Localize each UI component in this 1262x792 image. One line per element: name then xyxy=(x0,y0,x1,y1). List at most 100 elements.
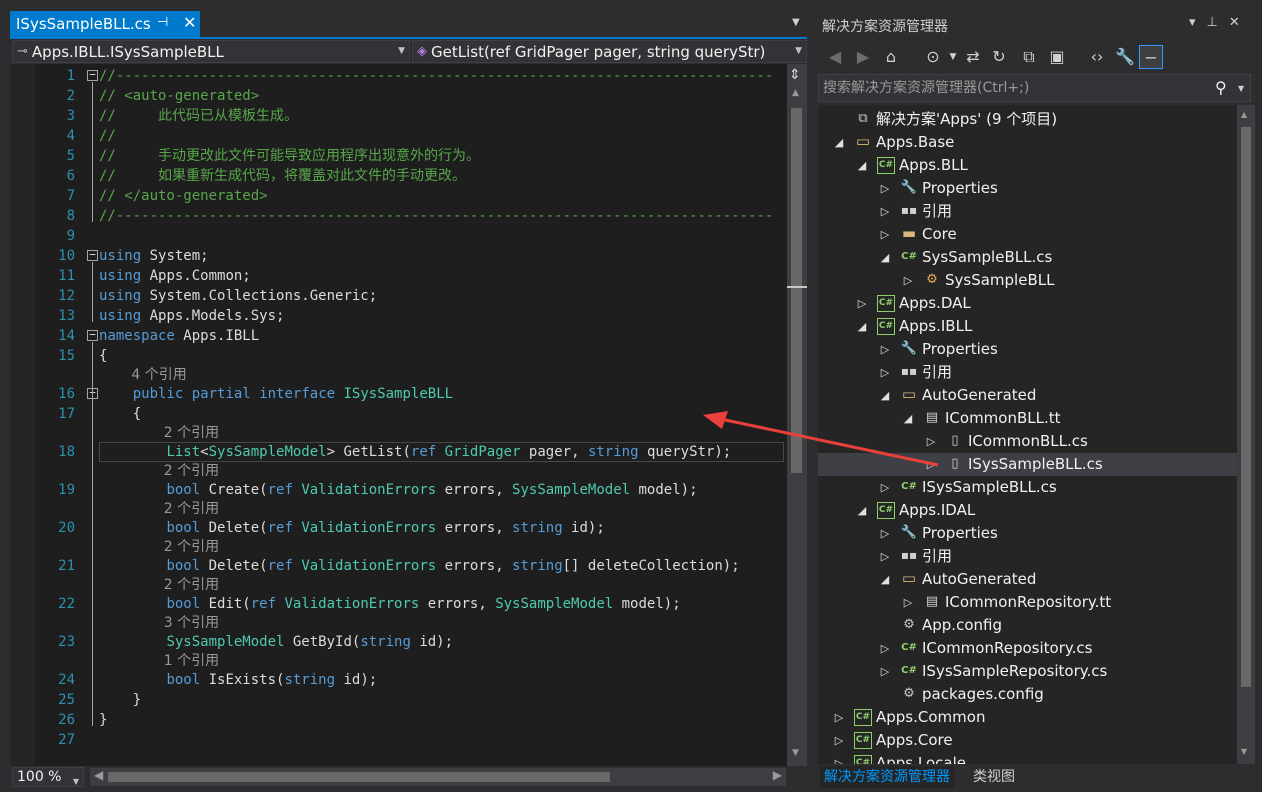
expanded-icon[interactable]: ◢ xyxy=(878,246,892,269)
split-icon[interactable]: ⇕ xyxy=(789,67,801,83)
scroll-up-icon[interactable]: ▲ xyxy=(792,88,799,98)
collapsed-icon[interactable]: ▷ xyxy=(878,522,892,545)
tree-node[interactable]: ◢ ▤ ICommonBLL.tt xyxy=(818,407,1237,430)
codelens-reference-count[interactable]: 4 个引用 xyxy=(131,366,186,384)
scroll-right-icon[interactable]: ▶ xyxy=(773,768,782,782)
codelens-reference-count[interactable]: 2 个引用 xyxy=(164,576,219,594)
codelens-reference-count[interactable]: 2 个引用 xyxy=(164,424,219,442)
editor-vertical-scrollbar[interactable]: ⇕ ▲ ▼ xyxy=(787,64,807,766)
codelens-reference-count[interactable]: 1 个引用 xyxy=(164,652,219,670)
tree-node[interactable]: ▷ C# Apps.DAL xyxy=(818,292,1237,315)
collapsed-icon[interactable]: ▷ xyxy=(832,729,846,752)
dropdown-icon[interactable]: ▾ xyxy=(1189,15,1196,30)
collapsed-icon[interactable]: ▷ xyxy=(878,660,892,683)
tree-node[interactable]: ▷ C# Apps.Core xyxy=(818,729,1237,752)
expanded-icon[interactable]: ◢ xyxy=(855,315,869,338)
tree-node[interactable]: ▷ ▯ ISysSampleBLL.cs xyxy=(818,453,1237,476)
document-tab-active[interactable]: ISysSampleBLL.cs ⊣ ✕ xyxy=(10,11,200,37)
tree-node[interactable]: ▷ ▪▪ 引用 xyxy=(818,545,1237,568)
tree-node[interactable]: ▷ 🔧 Properties xyxy=(818,338,1237,361)
show-all-files-icon[interactable]: ▣ xyxy=(1045,45,1069,69)
collapsed-icon[interactable]: ▷ xyxy=(878,200,892,223)
scroll-down-icon[interactable]: ▼ xyxy=(792,748,799,758)
back-icon[interactable]: ◀ xyxy=(823,45,847,69)
collapsed-icon[interactable]: ▷ xyxy=(855,292,869,315)
tree-node[interactable]: ◢ C# SysSampleBLL.cs xyxy=(818,246,1237,269)
pin-icon[interactable]: ⊥ xyxy=(1207,15,1218,30)
search-input[interactable] xyxy=(823,78,1203,98)
tab-class-view[interactable]: 类视图 xyxy=(969,766,1019,788)
refresh-icon[interactable]: ↻ xyxy=(987,45,1011,69)
codelens-reference-count[interactable]: 2 个引用 xyxy=(164,538,219,556)
collapsed-icon[interactable]: ▷ xyxy=(901,591,915,614)
scroll-up-icon[interactable]: ▲ xyxy=(1241,110,1247,119)
collapsed-icon[interactable]: ▷ xyxy=(878,223,892,246)
tree-node[interactable]: ◢ ▭ AutoGenerated xyxy=(818,384,1237,407)
tree-node[interactable]: ◢ C# Apps.BLL xyxy=(818,154,1237,177)
expanded-icon[interactable]: ◢ xyxy=(832,131,846,154)
codelens-reference-count[interactable]: 2 个引用 xyxy=(164,500,219,518)
tree-node[interactable]: ⧉ 解决方案'Apps' (9 个项目) xyxy=(818,108,1237,131)
view-code-icon[interactable]: ‹› xyxy=(1085,45,1109,69)
scroll-thumb[interactable] xyxy=(108,772,610,782)
tree-node[interactable]: ◢ C# Apps.IBLL xyxy=(818,315,1237,338)
tree-node[interactable]: ▷ ▪▪ 引用 xyxy=(818,361,1237,384)
collapsed-icon[interactable]: ▷ xyxy=(878,637,892,660)
home-icon[interactable]: ⌂ xyxy=(879,45,903,69)
tree-node[interactable]: ▷ ▤ ICommonRepository.tt xyxy=(818,591,1237,614)
tab-overflow-dropdown-icon[interactable]: ▼ xyxy=(792,17,800,28)
sync-with-document-icon[interactable]: ⇄ xyxy=(961,45,985,69)
expanded-icon[interactable]: ◢ xyxy=(855,499,869,522)
collapsed-icon[interactable]: ▷ xyxy=(924,453,938,476)
code-editor[interactable]: 1−//------------------------------------… xyxy=(10,64,807,766)
tree-node[interactable]: ▷ C# ISysSampleBLL.cs xyxy=(818,476,1237,499)
scroll-thumb[interactable] xyxy=(1241,127,1251,687)
tree-vertical-scrollbar[interactable]: ▲ ▼ xyxy=(1237,105,1255,764)
collapsed-icon[interactable]: ▷ xyxy=(901,269,915,292)
collapse-all-icon[interactable]: ⧉ xyxy=(1017,45,1041,69)
scroll-left-icon[interactable]: ◀ xyxy=(94,768,103,782)
collapse-outline-icon[interactable]: − xyxy=(87,69,98,81)
collapsed-icon[interactable]: ▷ xyxy=(878,545,892,568)
search-options-icon[interactable]: ▼ xyxy=(1238,84,1244,93)
scroll-thumb[interactable] xyxy=(791,108,802,473)
tree-node[interactable]: ▷ ▯ ICommonBLL.cs xyxy=(818,430,1237,453)
collapsed-icon[interactable]: ▷ xyxy=(878,338,892,361)
expanded-icon[interactable]: ◢ xyxy=(855,154,869,177)
editor-horizontal-scrollbar[interactable]: ◀ ▶ xyxy=(90,768,786,786)
tree-node[interactable]: ▷ C# Apps.Locale xyxy=(818,752,1237,764)
tree-node[interactable]: ⚙ App.config xyxy=(818,614,1237,637)
collapse-outline-icon[interactable]: − xyxy=(87,329,98,341)
tree-node[interactable]: ▷ ⚙ SysSampleBLL xyxy=(818,269,1237,292)
tree-node[interactable]: ▷ C# ISysSampleRepository.cs xyxy=(818,660,1237,683)
scroll-down-icon[interactable]: ▼ xyxy=(1241,747,1247,756)
expanded-icon[interactable]: ◢ xyxy=(901,407,915,430)
expanded-icon[interactable]: ◢ xyxy=(878,384,892,407)
collapsed-icon[interactable]: ▷ xyxy=(832,706,846,729)
collapsed-icon[interactable]: ▷ xyxy=(878,476,892,499)
tree-node[interactable]: ◢ ▭ Apps.Base xyxy=(818,131,1237,154)
zoom-dropdown[interactable]: 100 % ▼ xyxy=(12,767,84,787)
collapse-outline-icon[interactable]: − xyxy=(87,249,98,261)
tree-node[interactable]: ▷ 🔧 Properties xyxy=(818,522,1237,545)
collapsed-icon[interactable]: ▷ xyxy=(924,430,938,453)
pin-icon[interactable]: ⊣ xyxy=(157,15,168,30)
type-dropdown[interactable]: ⊸ Apps.IBLL.ISysSampleBLL ▼ xyxy=(12,40,410,63)
tree-node[interactable]: ▷ C# ICommonRepository.cs xyxy=(818,637,1237,660)
close-icon[interactable]: ✕ xyxy=(183,13,196,32)
tab-solution-explorer[interactable]: 解决方案资源管理器 xyxy=(820,766,954,788)
tree-node[interactable]: ▷ ▬ Core xyxy=(818,223,1237,246)
member-dropdown[interactable]: ◈ GetList(ref GridPager pager, string qu… xyxy=(412,40,807,63)
properties-icon[interactable]: 🔧 xyxy=(1113,45,1137,69)
codelens-reference-count[interactable]: 3 个引用 xyxy=(164,614,219,632)
tree-node[interactable]: ⚙ packages.config xyxy=(818,683,1237,706)
search-icon[interactable]: ⚲ xyxy=(1215,78,1227,97)
solution-tree[interactable]: ⧉ 解决方案'Apps' (9 个项目) ◢ ▭ Apps.Base ◢ C# Apps.BL… xyxy=(818,105,1237,764)
collapsed-icon[interactable]: ▷ xyxy=(832,752,846,764)
code-area[interactable]: 1−//------------------------------------… xyxy=(35,64,787,766)
tree-node[interactable]: ▷ ▪▪ 引用 xyxy=(818,200,1237,223)
tree-node[interactable]: ▷ C# Apps.Common xyxy=(818,706,1237,729)
preview-selected-items-icon[interactable]: − xyxy=(1139,45,1163,69)
codelens-reference-count[interactable]: 2 个引用 xyxy=(164,462,219,480)
close-icon[interactable]: ✕ xyxy=(1229,15,1240,30)
